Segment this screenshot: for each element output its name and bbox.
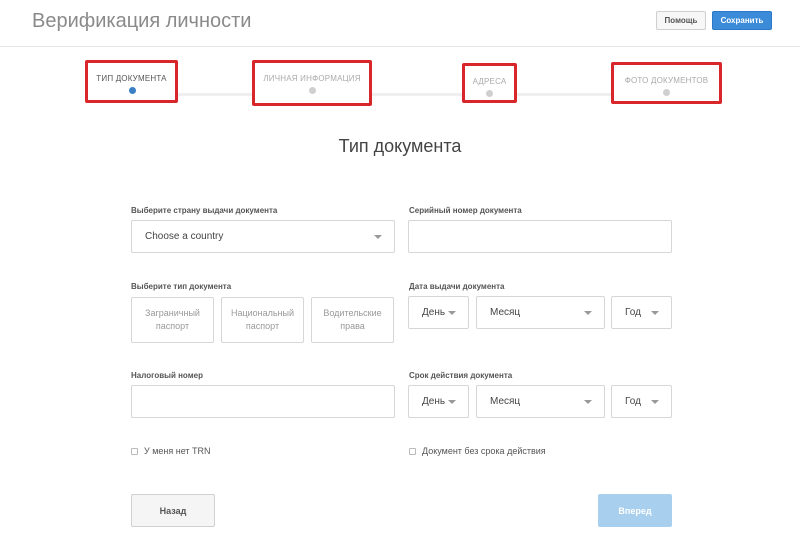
- page-title: Верификация личности: [32, 10, 252, 32]
- expiry-year-value: Год: [625, 396, 641, 407]
- issue-date-label: Дата выдачи документа: [409, 282, 505, 291]
- expiry-day-value: День: [422, 396, 446, 407]
- header: Верификация личности Помощь Сохранить: [0, 0, 800, 47]
- step-personal-info[interactable]: ЛИЧНАЯ ИНФОРМАЦИЯ: [252, 60, 372, 106]
- step-label: ТИП ДОКУМЕНТА: [96, 74, 167, 83]
- country-select[interactable]: Choose a country: [131, 220, 395, 253]
- step-label: ЛИЧНАЯ ИНФОРМАЦИЯ: [263, 74, 361, 83]
- tax-number-input[interactable]: [131, 385, 395, 418]
- step-document-type[interactable]: ТИП ДОКУМЕНТА: [85, 60, 178, 103]
- step-dot: [129, 87, 136, 94]
- serial-label: Серийный номер документа: [409, 206, 522, 215]
- no-expiry-row[interactable]: Документ без срока действия: [409, 446, 546, 456]
- expiry-month-select[interactable]: Месяц: [476, 385, 605, 418]
- serial-number-input[interactable]: [408, 220, 672, 253]
- chevron-down-icon: [448, 310, 456, 315]
- issue-month-select[interactable]: Месяц: [476, 296, 605, 329]
- step-dot: [486, 90, 493, 97]
- step-dot: [309, 87, 316, 94]
- issue-year-value: Год: [625, 307, 641, 318]
- save-button[interactable]: Сохранить: [712, 11, 772, 30]
- doc-type-label: Выберите тип документа: [131, 282, 232, 291]
- step-document-photos[interactable]: ФОТО ДОКУМЕНТОВ: [611, 62, 722, 104]
- no-trn-row[interactable]: У меня нет TRN: [131, 446, 211, 456]
- step-label: АДРЕСА: [472, 77, 507, 86]
- no-trn-label: У меня нет TRN: [144, 446, 211, 456]
- no-expiry-checkbox[interactable]: [409, 447, 416, 455]
- issue-day-select[interactable]: День: [408, 296, 469, 329]
- chevron-down-icon: [374, 234, 382, 239]
- stepper-track: [132, 93, 672, 96]
- chevron-down-icon: [448, 399, 456, 404]
- no-trn-checkbox[interactable]: [131, 447, 138, 455]
- step-dot: [663, 89, 670, 96]
- step-label: ФОТО ДОКУМЕНТОВ: [624, 76, 709, 85]
- issue-month-value: Месяц: [490, 307, 521, 318]
- country-label: Выберите страну выдачи документа: [131, 206, 278, 215]
- next-button[interactable]: Вперед: [598, 494, 672, 527]
- chevron-down-icon: [651, 310, 659, 315]
- country-select-value: Choose a country: [145, 231, 224, 242]
- tax-number-label: Налоговый номер: [131, 371, 203, 380]
- expiry-day-select[interactable]: День: [408, 385, 469, 418]
- doc-type-foreign-passport[interactable]: Заграничный паспорт: [131, 297, 214, 343]
- doc-type-drivers-license[interactable]: Водительские права: [311, 297, 394, 343]
- chevron-down-icon: [584, 310, 592, 315]
- expiry-year-select[interactable]: Год: [611, 385, 672, 418]
- expiry-month-value: Месяц: [490, 396, 521, 407]
- expiry-date-label: Срок действия документа: [409, 371, 513, 380]
- chevron-down-icon: [651, 399, 659, 404]
- chevron-down-icon: [584, 399, 592, 404]
- section-title: Тип документа: [338, 136, 462, 156]
- back-button[interactable]: Назад: [131, 494, 215, 527]
- doc-type-national-passport[interactable]: Национальный паспорт: [221, 297, 304, 343]
- no-expiry-label: Документ без срока действия: [422, 446, 546, 456]
- help-button[interactable]: Помощь: [656, 11, 706, 30]
- step-addresses[interactable]: АДРЕСА: [462, 63, 517, 103]
- issue-day-value: День: [422, 307, 446, 318]
- issue-year-select[interactable]: Год: [611, 296, 672, 329]
